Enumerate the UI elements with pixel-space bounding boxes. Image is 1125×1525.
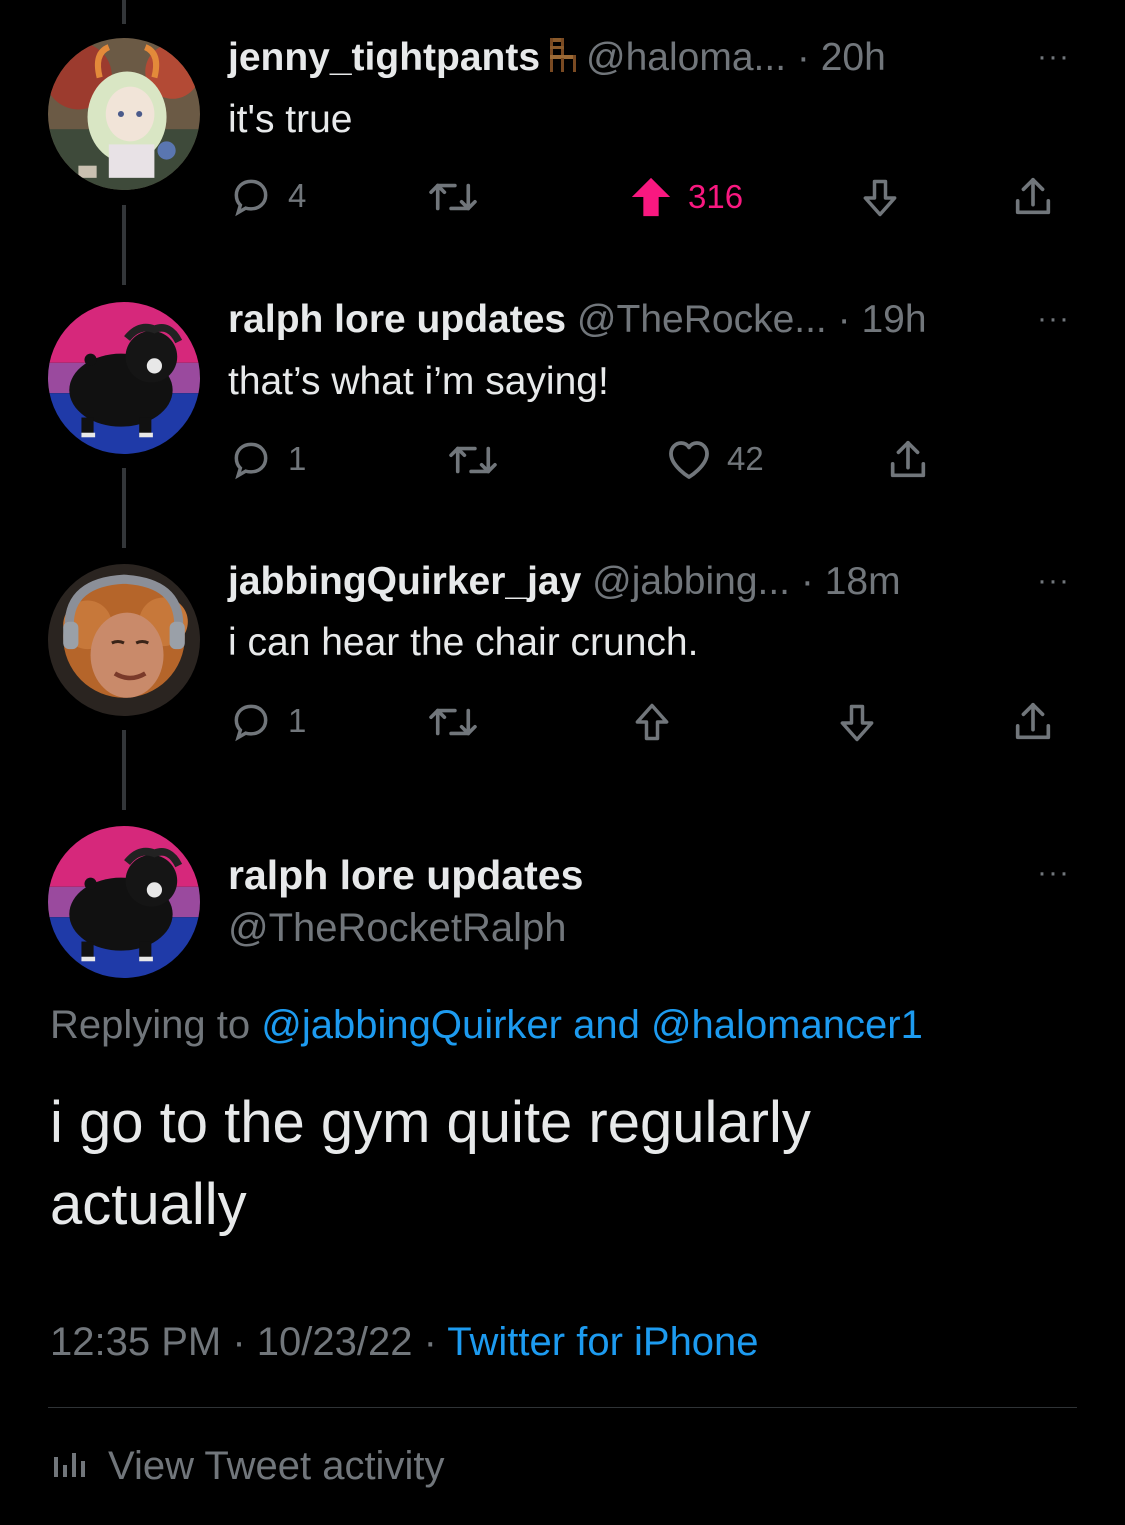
avatar[interactable] [48, 826, 200, 978]
display-name[interactable]: jenny_tightpants [228, 36, 540, 79]
retweet-button[interactable] [425, 701, 481, 743]
client-link[interactable]: Twitter for iPhone [447, 1320, 758, 1364]
upvote-button[interactable] [630, 699, 674, 745]
display-name[interactable]: jabbingQuirker_jay [228, 560, 581, 603]
main-display-name[interactable]: ralph lore updates [228, 852, 583, 899]
reply-count: 1 [288, 702, 307, 739]
timestamp[interactable]: 18m [825, 560, 901, 603]
share-button[interactable] [885, 437, 931, 483]
main-tweet-line: actually [50, 1172, 247, 1237]
tweet-text: i can hear the chair crunch. [228, 621, 699, 664]
main-tweet-line: i go to the gym quite regularly [50, 1090, 811, 1155]
reply-icon [228, 174, 274, 218]
reply-count: 1 [288, 440, 307, 477]
retweet-button[interactable] [425, 176, 481, 218]
tweet-time: 12:35 PM [50, 1320, 222, 1364]
upvote-count: 316 [688, 178, 744, 215]
more-options-button[interactable]: ··· [1037, 302, 1070, 336]
retweet-icon [425, 701, 481, 743]
handle[interactable]: @haloma... [586, 36, 786, 79]
reply-button[interactable]: 1 [228, 699, 306, 743]
avatar[interactable] [48, 564, 200, 716]
downvote-button[interactable] [858, 176, 902, 220]
thread-line [122, 205, 126, 285]
retweet-icon [425, 176, 481, 218]
separator: · [837, 298, 851, 341]
thread-line [122, 730, 126, 810]
separator: · [796, 36, 810, 79]
thread-line [122, 468, 126, 548]
meta-separator: · [412, 1320, 448, 1364]
tweet-text: that’s what i’m saying! [228, 360, 609, 403]
share-button[interactable] [1010, 174, 1056, 220]
like-button[interactable]: 42 [665, 437, 764, 481]
tweet-header: ralph lore updates @TheRocke... · 19h [228, 298, 927, 342]
reply-button[interactable]: 1 [228, 437, 306, 481]
main-tweet-text: i go to the gym quite regularly actually [50, 1082, 1070, 1246]
mention-link[interactable]: @jabbingQuirker [261, 1003, 562, 1047]
downvote-icon [858, 176, 902, 220]
main-handle[interactable]: @TheRocketRalph [228, 906, 567, 951]
view-tweet-activity-label: View Tweet activity [108, 1443, 445, 1488]
handle[interactable]: @jabbing... [592, 560, 790, 603]
reply-button[interactable]: 4 [228, 174, 306, 218]
more-options-button[interactable]: ··· [1037, 40, 1070, 74]
more-options-button[interactable]: ··· [1037, 856, 1070, 890]
reply-icon [228, 699, 274, 743]
downvote-button[interactable] [835, 701, 879, 745]
timestamp[interactable]: 19h [861, 298, 926, 341]
chair-icon [544, 36, 580, 84]
avatar[interactable] [48, 38, 200, 190]
meta-separator: · [221, 1320, 257, 1364]
share-icon [1010, 174, 1056, 220]
replying-to: Replying to @jabbingQuirker and @haloman… [50, 1003, 923, 1048]
more-options-button[interactable]: ··· [1037, 564, 1070, 598]
tweet-header: jabbingQuirker_jay @jabbing... · 18m [228, 560, 901, 604]
view-tweet-activity-button[interactable]: View Tweet activity [52, 1443, 444, 1489]
upvote-icon [630, 699, 674, 745]
reply-count: 4 [288, 177, 307, 214]
mention-link[interactable]: @halomancer1 [651, 1003, 923, 1047]
upvote-icon [628, 174, 674, 220]
handle[interactable]: @TheRocke... [577, 298, 827, 341]
tweet-date: 10/23/22 [256, 1320, 413, 1364]
divider [48, 1407, 1077, 1408]
display-name[interactable]: ralph lore updates [228, 298, 566, 341]
upvote-button[interactable]: 316 [628, 174, 743, 220]
share-button[interactable] [1010, 699, 1056, 745]
analytics-icon [52, 1443, 108, 1489]
share-icon [885, 437, 931, 483]
separator: · [800, 560, 814, 603]
retweet-button[interactable] [445, 439, 501, 481]
tweet-text: it's true [228, 98, 353, 141]
thread-line [122, 0, 126, 24]
avatar[interactable] [48, 302, 200, 454]
tweet-header: jenny_tightpants @haloma... · 20h [228, 36, 886, 84]
like-icon [665, 437, 713, 481]
downvote-icon [835, 701, 879, 745]
timestamp[interactable]: 20h [821, 36, 886, 79]
reply-icon [228, 437, 274, 481]
like-count: 42 [727, 440, 764, 477]
replying-to-and: and [561, 1003, 651, 1047]
share-icon [1010, 699, 1056, 745]
replying-to-label: Replying to [50, 1003, 262, 1047]
retweet-icon [445, 439, 501, 481]
tweet-meta: 12:35 PM · 10/23/22 · Twitter for iPhone [50, 1320, 759, 1365]
